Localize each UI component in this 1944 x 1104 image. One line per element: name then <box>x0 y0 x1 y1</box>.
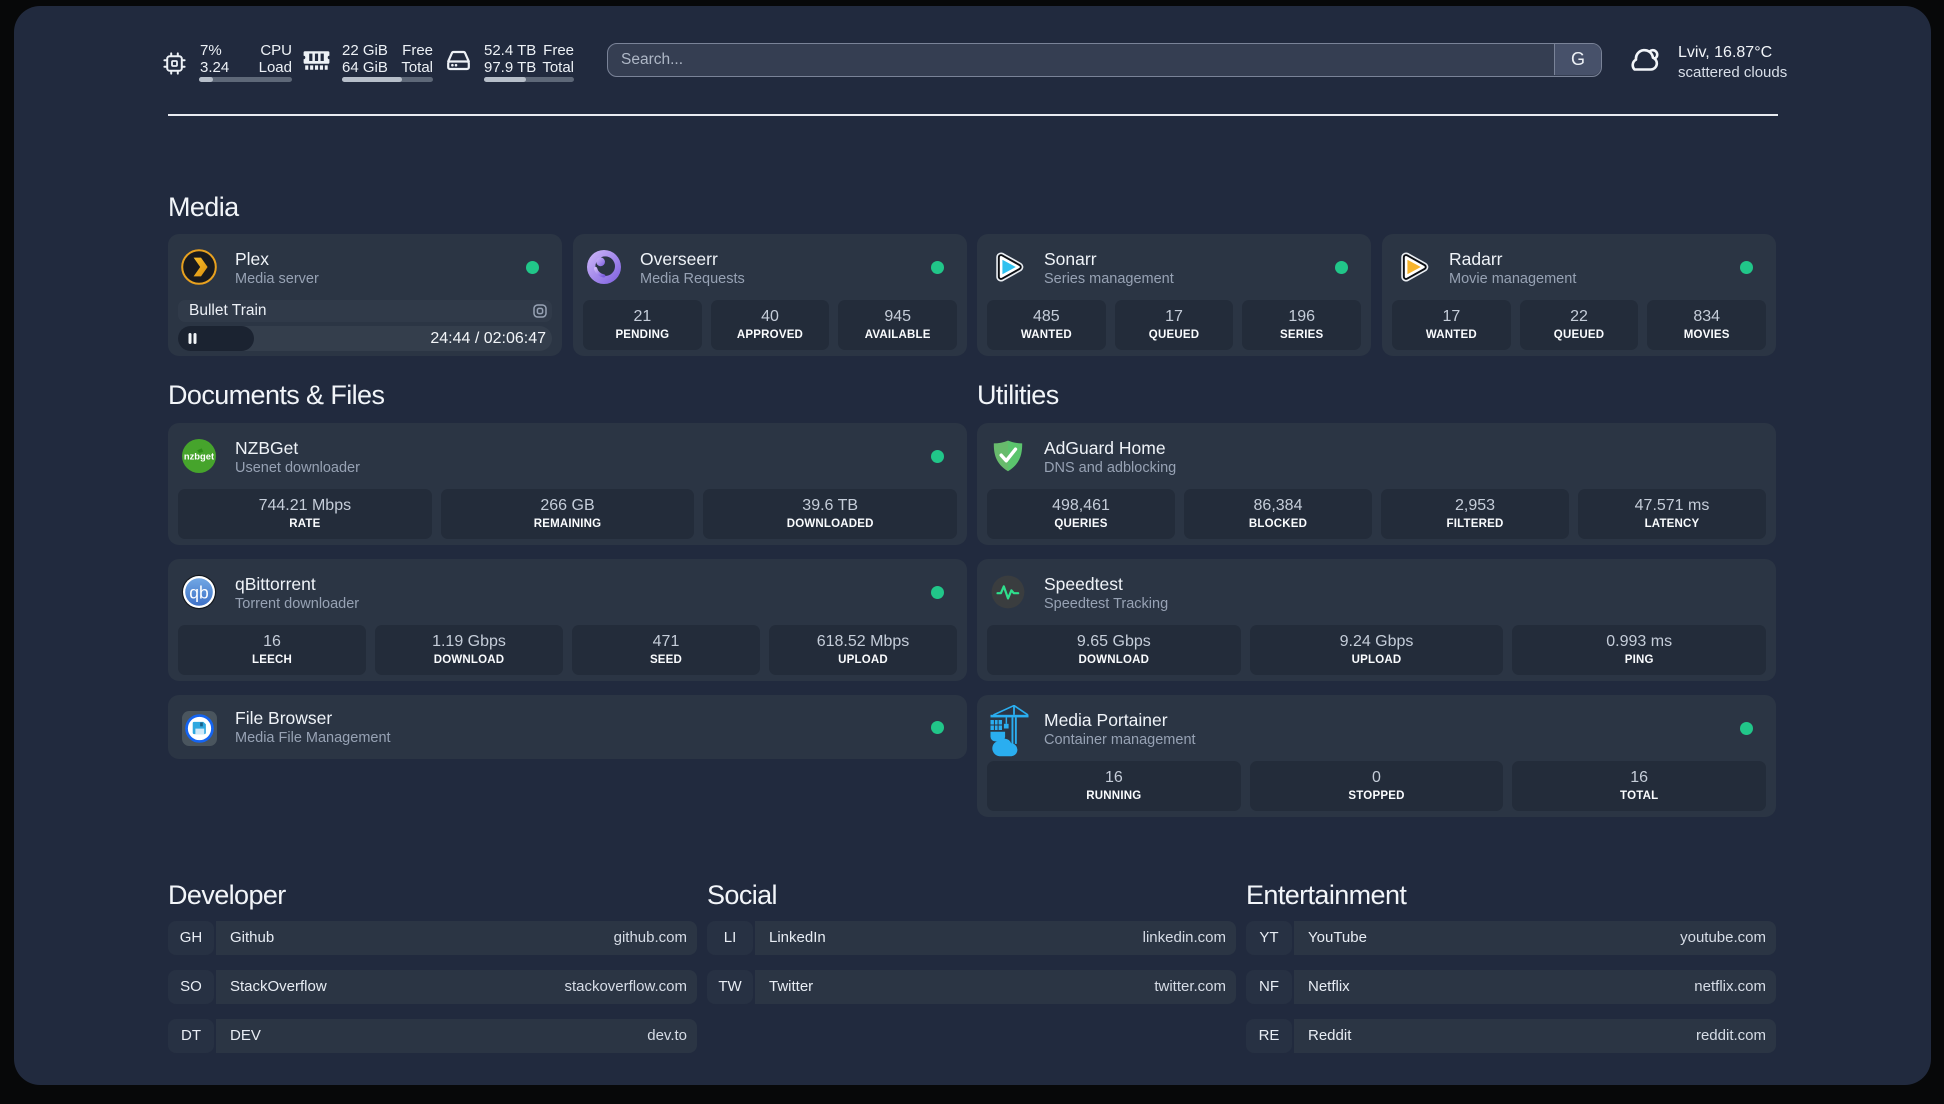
svg-text:nzbget: nzbget <box>184 451 214 462</box>
svg-text:qb: qb <box>189 582 208 602</box>
